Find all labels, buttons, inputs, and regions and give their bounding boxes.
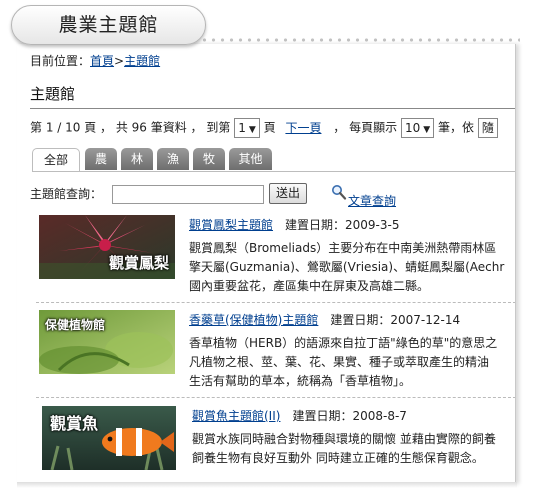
item-title-link[interactable]: 觀賞鳳梨主題館 [189, 218, 273, 232]
breadcrumb-home-link[interactable]: 首頁 [90, 54, 114, 68]
description-line: 擎天屬(Guzmania)、鶯歌屬(Vriesia)、蜻蜓鳳梨屬(Aechr [189, 260, 505, 274]
item-date: 建置日期：2008-8-7 [292, 409, 407, 423]
section-title: 主題館 [30, 85, 76, 103]
bromeliad-thumbnail[interactable]: 觀賞鳳梨 [39, 215, 175, 279]
chevron-down-icon: ▼ [248, 125, 256, 135]
tab-other[interactable]: 其他 [229, 148, 272, 170]
item-date: 建置日期：2009-3-5 [285, 218, 400, 232]
tab-fishery[interactable]: 漁 [157, 148, 189, 170]
item-heading: 香藥草(保健植物)主題館 建置日期：2007-12-14 [189, 311, 460, 328]
tab-agriculture[interactable]: 農 [85, 148, 117, 170]
tab-baseline [32, 171, 515, 172]
item-heading: 觀賞鳳梨主題館 建置日期：2009-3-5 [189, 216, 400, 233]
description-line: 飼養生物有良好互動外 同時建立正確的生態保育觀念。 [192, 451, 484, 465]
item-separator [36, 302, 515, 303]
thumbnail-caption: 保健植物館 [45, 318, 106, 332]
item-description: 觀賞鳳梨（Bromeliads）主要分布在中南美洲熱帶雨林區 擎天屬(Guzma… [189, 239, 515, 296]
chevron-down-icon: ▼ [423, 125, 431, 135]
breadcrumb-label: 目前位置： [30, 54, 91, 68]
panel-bottom-shadow [17, 482, 517, 488]
search-label: 主題館查詢： [30, 187, 103, 201]
search-input[interactable] [112, 185, 264, 204]
item-date: 建置日期：2007-12-14 [330, 313, 461, 327]
article-search-link[interactable]: 文章查詢 [348, 192, 396, 209]
item-heading: 觀賞魚主題館(II) 建置日期：2008-8-7 [192, 407, 407, 424]
item-separator [36, 397, 515, 398]
item-description: 香草植物（HERB）的語源來自拉丁語"綠色的草"的意思之 凡植物之根、莖、葉、花… [189, 334, 515, 391]
per-page-select[interactable]: 10 ▼ [400, 118, 435, 138]
breadcrumb-separator: > [114, 54, 125, 68]
section-divider [30, 108, 515, 109]
herb-thumbnail[interactable]: 保健植物館 [39, 310, 175, 374]
tab-all[interactable]: 全部 [32, 148, 80, 172]
search-submit-button[interactable]: 送出 [269, 183, 307, 204]
description-line: 凡植物之根、莖、葉、花、果實、種子或萃取產生的精油 [189, 355, 490, 369]
sort-select[interactable]: 隨 [477, 118, 498, 138]
magnifier-icon[interactable] [331, 184, 347, 200]
item-description: 觀賞水族同時融合對物種與環境的關懷 並藉由實際的飼養 飼養生物有良好互動外 同時… [192, 430, 515, 468]
tab-livestock[interactable]: 牧 [193, 148, 225, 170]
dotted-divider [200, 36, 520, 44]
fish-thumbnail[interactable]: 觀賞魚 [42, 406, 176, 470]
tab-forestry[interactable]: 林 [121, 148, 153, 170]
page-unit-text: 頁 [263, 120, 276, 135]
description-line: 觀賞水族同時融合對物種與環境的關懷 並藉由實際的飼養 [192, 432, 496, 446]
page-select[interactable]: 1 ▼ [234, 118, 260, 138]
item-title-link[interactable]: 觀賞魚主題館(II) [192, 409, 280, 423]
per-page-unit-text: 筆，依 [437, 120, 474, 135]
page-info-text: 第 1 / 10 頁 ， 共 96 筆資料 ， 到第 [30, 120, 231, 135]
breadcrumb: 目前位置：首頁>主題館 [30, 52, 160, 69]
per-page-text: ， 每頁顯示 [333, 120, 398, 135]
thumbnail-caption: 觀賞鳳梨 [109, 254, 170, 272]
description-line: 生活有幫助的草本，統稱為「香草植物」。 [189, 374, 412, 388]
description-line: 觀賞鳳梨（Bromeliads）主要分布在中南美洲熱帶雨林區 [189, 241, 497, 255]
next-page-link[interactable]: 下一頁 [285, 121, 321, 135]
per-page-select-value: 10 [404, 121, 421, 135]
page-select-value: 1 [238, 121, 246, 135]
description-line: 香草植物（HERB）的語源來自拉丁語"綠色的草"的意思之 [189, 336, 498, 350]
pagination-bar: 第 1 / 10 頁 ， 共 96 筆資料 ， 到第 1 ▼ 頁 下一頁 ， 每頁… [30, 118, 498, 138]
item-title-link[interactable]: 香藥草(保健植物)主題館 [189, 313, 318, 327]
description-line: 國內重要盆花，產區集中在屏東及高雄二縣。 [189, 279, 430, 293]
content-panel: 目前位置：首頁>主題館 主題館 第 1 / 10 頁 ， 共 96 筆資料 ， … [17, 44, 516, 484]
sort-select-value: 隨 [481, 121, 494, 135]
page-title: 農業主題館 [11, 5, 206, 45]
thumbnail-caption: 觀賞魚 [50, 414, 99, 433]
breadcrumb-current-link[interactable]: 主題館 [124, 54, 160, 68]
